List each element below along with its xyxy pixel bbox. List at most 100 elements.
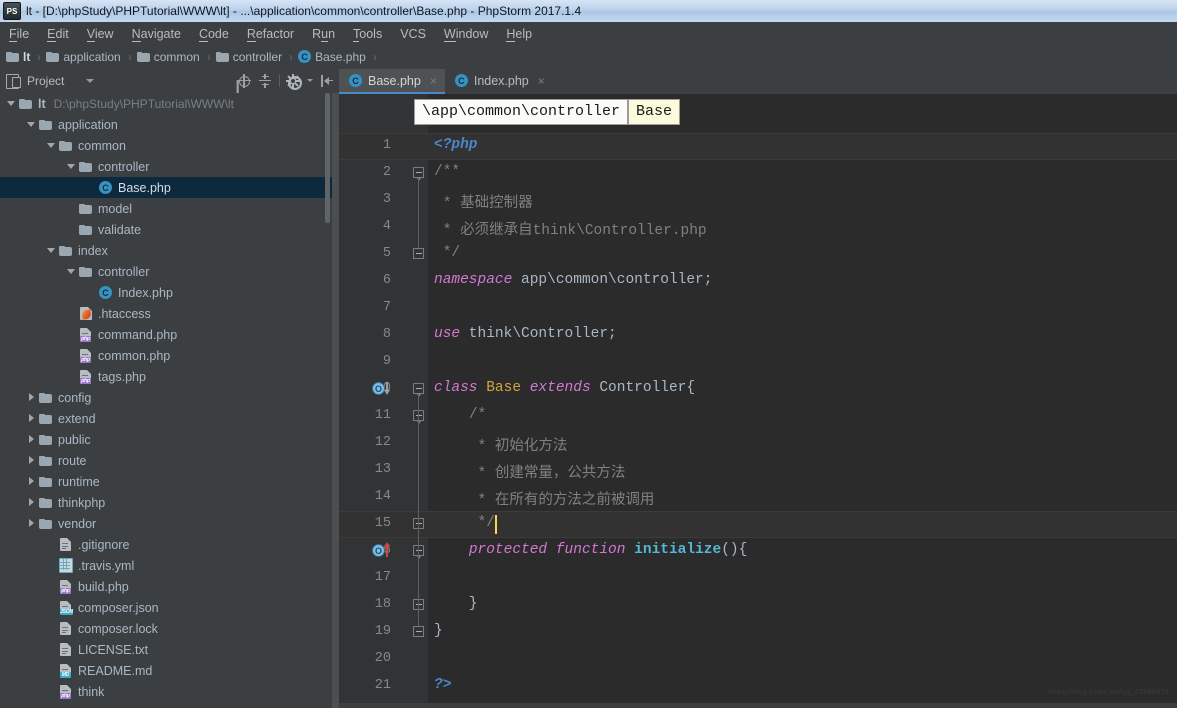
tree-item-validate[interactable]: validate bbox=[0, 219, 332, 240]
menu-refactor[interactable]: Refactor bbox=[238, 25, 303, 43]
menu-code[interactable]: Code bbox=[190, 25, 238, 43]
code-line[interactable] bbox=[339, 619, 1177, 646]
tree-item-public[interactable]: public bbox=[0, 429, 332, 450]
code-text: <?php bbox=[434, 137, 478, 153]
tree-item-common-php[interactable]: php common.php bbox=[0, 345, 332, 366]
editor-tab-base-php[interactable]: C Base.php × bbox=[339, 69, 445, 94]
panel-splitter[interactable] bbox=[332, 93, 339, 708]
nav-popup-class[interactable]: Base bbox=[628, 99, 681, 125]
code-line[interactable] bbox=[339, 160, 1177, 187]
menu-file[interactable]: File bbox=[0, 25, 38, 43]
project-tree-scrollbar[interactable] bbox=[325, 93, 330, 223]
editor-tab-index-php[interactable]: C Index.php × bbox=[445, 69, 553, 94]
fold-collapse-icon[interactable] bbox=[411, 624, 427, 640]
gear-dropdown-icon[interactable] bbox=[307, 79, 313, 82]
menu-view[interactable]: View bbox=[78, 25, 123, 43]
tree-item-application[interactable]: application bbox=[0, 114, 332, 135]
chevron-right-icon[interactable] bbox=[26, 497, 37, 508]
overriding-method-icon[interactable]: O bbox=[372, 542, 396, 559]
code-line[interactable] bbox=[339, 241, 1177, 268]
tree-item-icon-wrap bbox=[78, 161, 93, 172]
tree-item-controller[interactable]: controller bbox=[0, 261, 332, 282]
breadcrumb-item-common[interactable]: common bbox=[136, 50, 200, 64]
tree-item-extend[interactable]: extend bbox=[0, 408, 332, 429]
tree-item-route[interactable]: route bbox=[0, 450, 332, 471]
tree-item-controller[interactable]: controller bbox=[0, 156, 332, 177]
tree-item-model[interactable]: model bbox=[0, 198, 332, 219]
tree-item-composer-lock[interactable]: composer.lock bbox=[0, 618, 332, 639]
hide-panel-icon[interactable] bbox=[320, 74, 334, 88]
tree-item-think[interactable]: php think bbox=[0, 681, 332, 702]
chevron-right-icon[interactable] bbox=[26, 434, 37, 445]
chevron-down-icon[interactable] bbox=[26, 119, 37, 130]
tree-item-icon-wrap bbox=[38, 413, 53, 424]
breadcrumb-item-controller[interactable]: controller bbox=[215, 50, 282, 64]
folder-icon bbox=[136, 51, 150, 62]
chevron-right-icon[interactable] bbox=[26, 413, 37, 424]
chevron-right-icon[interactable] bbox=[26, 476, 37, 487]
tree-item-runtime[interactable]: runtime bbox=[0, 471, 332, 492]
fold-expand-icon[interactable] bbox=[411, 165, 427, 181]
fold-collapse-icon[interactable] bbox=[411, 246, 427, 262]
chevron-right-icon[interactable] bbox=[26, 518, 37, 529]
tree-item-common[interactable]: common bbox=[0, 135, 332, 156]
close-icon[interactable]: × bbox=[538, 74, 545, 88]
tree-item-build-php[interactable]: php build.php bbox=[0, 576, 332, 597]
fold-expand-icon[interactable] bbox=[411, 408, 427, 424]
tree-item-lt[interactable]: lt D:\phpStudy\PHPTutorial\WWW\lt bbox=[0, 93, 332, 114]
code-line[interactable] bbox=[339, 349, 1177, 376]
tree-item-base-php[interactable]: C Base.php bbox=[0, 177, 332, 198]
collapse-all-icon[interactable] bbox=[258, 73, 272, 88]
chevron-down-icon[interactable] bbox=[46, 245, 57, 256]
chevron-down-icon[interactable] bbox=[6, 98, 17, 109]
tree-item-thinkphp[interactable]: thinkphp bbox=[0, 492, 332, 513]
code-line[interactable] bbox=[339, 295, 1177, 322]
menu-edit[interactable]: Edit bbox=[38, 25, 78, 43]
menu-help[interactable]: Help bbox=[497, 25, 541, 43]
nav-popup-namespace[interactable]: \app\common\controller bbox=[414, 99, 629, 125]
tree-item-config[interactable]: config bbox=[0, 387, 332, 408]
gear-icon[interactable] bbox=[286, 73, 302, 90]
folder-icon bbox=[46, 51, 60, 62]
tree-item-index[interactable]: index bbox=[0, 240, 332, 261]
breadcrumb-item-application[interactable]: application bbox=[46, 50, 121, 64]
fold-collapse-icon[interactable] bbox=[411, 597, 427, 613]
code-line[interactable] bbox=[339, 646, 1177, 673]
tree-item-tags-php[interactable]: php tags.php bbox=[0, 366, 332, 387]
chevron-right-icon[interactable] bbox=[26, 455, 37, 466]
fold-expand-icon[interactable] bbox=[411, 381, 427, 397]
fold-expand-icon[interactable] bbox=[411, 543, 427, 559]
tree-item-icon-wrap bbox=[58, 245, 73, 256]
tree-item-composer-json[interactable]: JSON composer.json bbox=[0, 597, 332, 618]
editor-code-area[interactable]: 1 <?php 2 /** 3 * 基础控制器 4 * 必须继承自think\Contro… bbox=[339, 94, 1177, 708]
menu-tools[interactable]: Tools bbox=[344, 25, 391, 43]
menu-vcs[interactable]: VCS bbox=[391, 25, 435, 43]
menu-window[interactable]: Window bbox=[435, 25, 497, 43]
tree-item--travis-yml[interactable]: .travis.yml bbox=[0, 555, 332, 576]
tree-item-readme-md[interactable]: MD README.md bbox=[0, 660, 332, 681]
overridden-method-icon[interactable]: O bbox=[372, 381, 396, 397]
fold-collapse-icon[interactable] bbox=[411, 516, 427, 532]
chevron-down-icon[interactable] bbox=[86, 78, 95, 83]
tree-item-command-php[interactable]: php command.php bbox=[0, 324, 332, 345]
breadcrumb-item-base-php[interactable]: C Base.php bbox=[298, 50, 366, 64]
tree-item--gitignore[interactable]: .gitignore bbox=[0, 534, 332, 555]
chevron-right-icon[interactable] bbox=[26, 392, 37, 403]
tree-item-vendor[interactable]: vendor bbox=[0, 513, 332, 534]
chevron-down-icon[interactable] bbox=[46, 140, 57, 151]
tree-item-license-txt[interactable]: LICENSE.txt bbox=[0, 639, 332, 660]
code-line[interactable] bbox=[339, 565, 1177, 592]
chevron-down-icon[interactable] bbox=[66, 266, 77, 277]
breadcrumb-item-lt[interactable]: lt bbox=[6, 50, 30, 64]
menu-run[interactable]: Run bbox=[303, 25, 344, 43]
folder-icon bbox=[79, 266, 92, 277]
chevron-down-icon[interactable] bbox=[66, 161, 77, 172]
menu-navigate[interactable]: Navigate bbox=[123, 25, 190, 43]
close-icon[interactable]: × bbox=[430, 74, 437, 88]
tree-item-index-php[interactable]: C Index.php bbox=[0, 282, 332, 303]
project-tree[interactable]: lt D:\phpStudy\PHPTutorial\WWW\lt applicat… bbox=[0, 93, 332, 708]
tree-item--htaccess[interactable]: .htaccess bbox=[0, 303, 332, 324]
locate-icon[interactable] bbox=[237, 73, 251, 88]
code-editor[interactable]: 1 <?php 2 /** 3 * 基础控制器 4 * 必须继承自think\Contro… bbox=[339, 94, 1177, 708]
